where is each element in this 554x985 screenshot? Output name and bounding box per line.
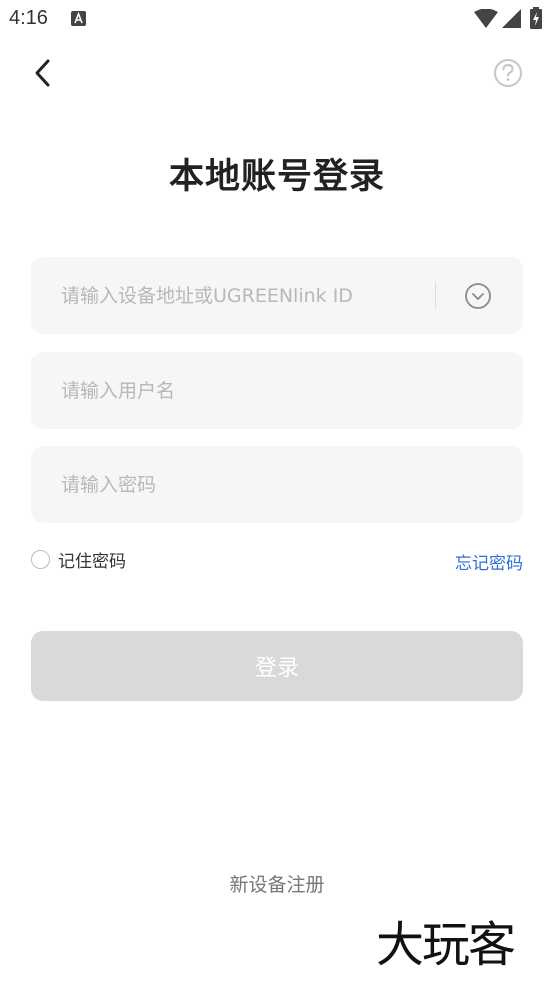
address-input[interactable] [61,257,431,334]
address-field [31,257,523,334]
question-circle-icon [494,59,522,87]
watermark-logo: 大玩客 [376,917,516,973]
cellular-signal-icon [502,9,521,28]
remember-password-label: 记住密码 [58,552,126,572]
forgot-password-link[interactable]: 忘记密码 [455,549,523,574]
remember-password-toggle[interactable]: 记住密码 [31,547,126,572]
wifi-icon [474,9,498,28]
login-button[interactable]: 登录 [31,631,523,701]
password-input[interactable] [61,446,491,523]
username-field [31,352,523,429]
username-input[interactable] [61,352,491,429]
chevron-left-icon [35,59,50,87]
back-button[interactable] [26,53,60,93]
remember-password-checkbox[interactable] [31,550,50,569]
password-field [31,446,523,523]
new-device-register-link[interactable]: 新设备注册 [0,870,554,897]
page-title: 本地账号登录 [168,157,385,197]
text-notification-icon [71,11,86,26]
field-divider [435,282,436,309]
status-bar: 4:16 [0,0,554,38]
address-dropdown-button[interactable] [463,281,493,311]
battery-charging-icon [530,7,542,29]
help-button[interactable] [490,55,526,91]
chevron-down-circle-icon [465,283,491,309]
status-time: 4:16 [9,7,48,29]
